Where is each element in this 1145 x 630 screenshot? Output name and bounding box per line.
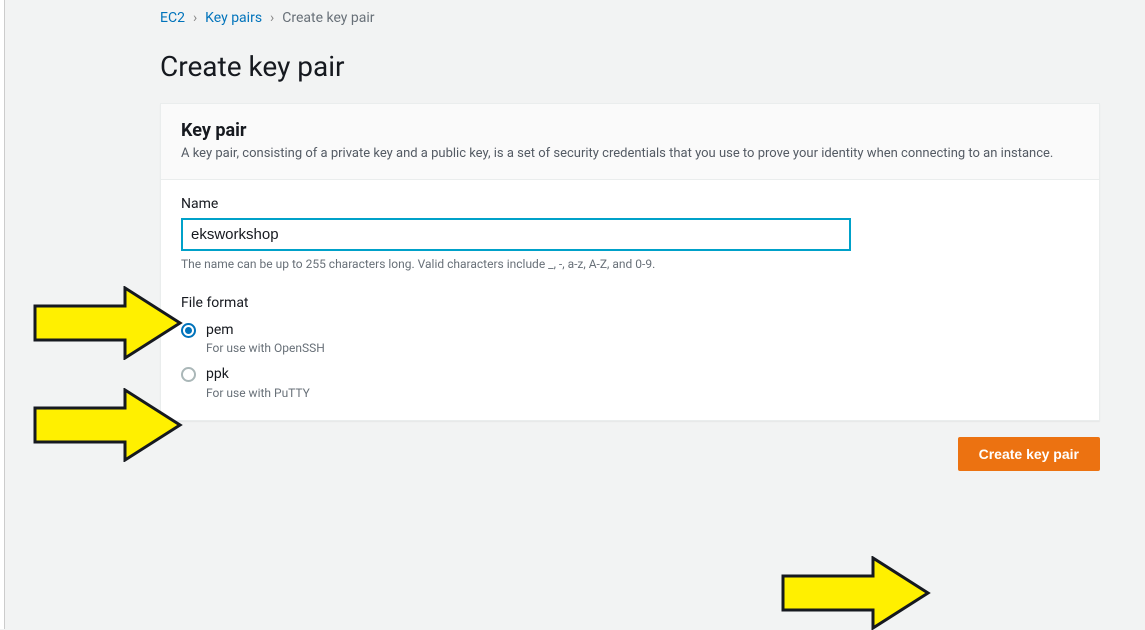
radio-ppk-label: ppk bbox=[206, 365, 310, 383]
file-format-label: File format bbox=[181, 295, 1079, 311]
breadcrumb-current: Create key pair bbox=[282, 10, 374, 26]
sidebar-edge bbox=[0, 0, 5, 629]
action-row: Create key pair bbox=[160, 437, 1100, 471]
radio-ppk[interactable] bbox=[181, 367, 196, 382]
name-input[interactable] bbox=[181, 218, 851, 251]
breadcrumb: EC2 › Key pairs › Create key pair bbox=[160, 0, 1105, 26]
radio-ppk-desc: For use with PuTTY bbox=[206, 386, 310, 400]
radio-pem-desc: For use with OpenSSH bbox=[206, 341, 325, 355]
main-content: EC2 › Key pairs › Create key pair Create… bbox=[160, 0, 1105, 471]
annotation-arrow-icon bbox=[778, 556, 933, 630]
name-help: The name can be up to 255 characters lon… bbox=[181, 257, 1079, 271]
keypair-panel: Key pair A key pair, consisting of a pri… bbox=[160, 103, 1100, 421]
radio-row-ppk[interactable]: ppk For use with PuTTY bbox=[181, 365, 1079, 399]
file-format-section: File format pem For use with OpenSSH ppk… bbox=[181, 295, 1079, 399]
panel-description: A key pair, consisting of a private key … bbox=[181, 145, 1079, 163]
panel-title: Key pair bbox=[181, 120, 1079, 141]
breadcrumb-keypairs[interactable]: Key pairs bbox=[205, 10, 262, 26]
radio-pem-label: pem bbox=[206, 321, 325, 339]
chevron-right-icon: › bbox=[270, 10, 274, 26]
radio-row-pem[interactable]: pem For use with OpenSSH bbox=[181, 321, 1079, 355]
panel-body: Name The name can be up to 255 character… bbox=[161, 180, 1099, 419]
panel-header: Key pair A key pair, consisting of a pri… bbox=[161, 104, 1099, 180]
create-keypair-button[interactable]: Create key pair bbox=[958, 437, 1100, 471]
name-label: Name bbox=[181, 196, 1079, 212]
radio-pem[interactable] bbox=[181, 323, 196, 338]
breadcrumb-ec2[interactable]: EC2 bbox=[160, 10, 185, 26]
page-title: Create key pair bbox=[160, 50, 1105, 83]
chevron-right-icon: › bbox=[193, 10, 197, 26]
